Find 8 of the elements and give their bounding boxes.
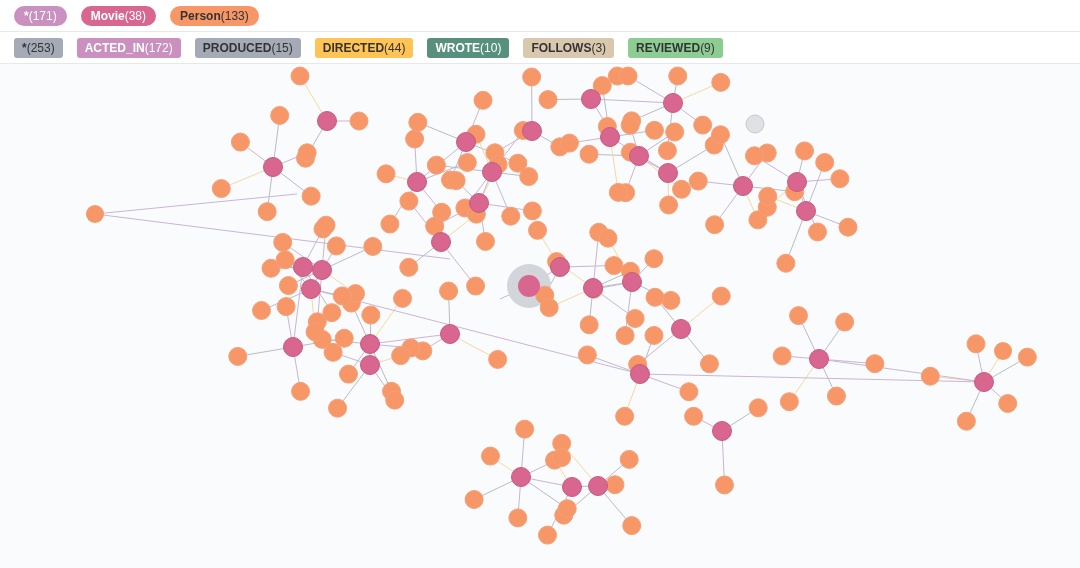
relationship-type-tag[interactable]: DIRECTED(44) [314, 37, 414, 58]
node-label-tag[interactable]: Person(133) [170, 5, 259, 26]
relationship-type-tag[interactable]: FOLLOWS(3) [523, 37, 615, 58]
relationship-type-tag[interactable]: REVIEWED(9) [628, 37, 723, 58]
node-label-tag[interactable]: Movie(38) [80, 5, 157, 26]
relationship-type-tag[interactable]: *(253) [14, 37, 63, 58]
relationship-type-tag[interactable]: WROTE(10) [427, 37, 510, 58]
relationship-type-tag[interactable]: PRODUCED(15) [194, 37, 301, 58]
